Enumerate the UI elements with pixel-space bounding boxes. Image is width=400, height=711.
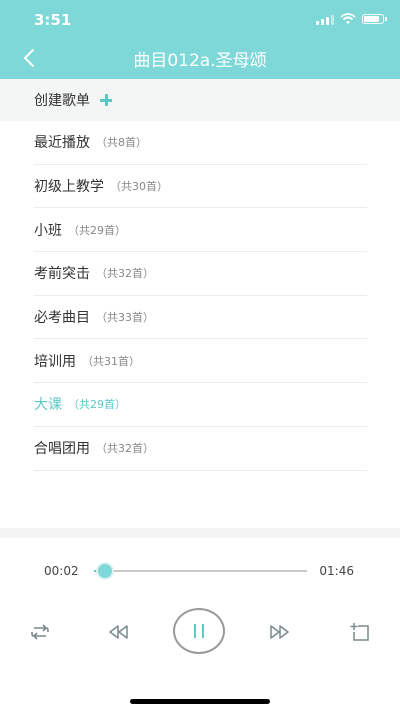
- rewind-icon: [109, 625, 128, 639]
- repeat-button[interactable]: [23, 615, 57, 649]
- playlist-list: 最近播放 （共8首） 初级上教学 （共30首） 小班 （共29首） 考前突击 （共32首） 必考…: [34, 121, 367, 471]
- page-title: 曲目012a.圣母颂: [133, 51, 267, 71]
- add-to-playlist-icon: [350, 623, 369, 641]
- home-indicator: [130, 699, 270, 704]
- playlist-count: （共30首）: [110, 180, 168, 194]
- playlist-item[interactable]: 小班 （共29首）: [34, 208, 367, 253]
- playlist-count: （共29首）: [68, 398, 126, 412]
- playlist-count: （共31首）: [82, 354, 140, 368]
- playlist-name: 考前突击: [34, 266, 90, 283]
- playlist-item[interactable]: 最近播放 （共8首）: [34, 121, 367, 165]
- repeat-icon: [31, 624, 49, 640]
- playlist-name: 大课: [34, 397, 62, 414]
- signal-icon: [316, 13, 334, 25]
- create-playlist-label: 创建歌单: [34, 93, 90, 109]
- wifi-icon: [340, 13, 356, 25]
- pause-icon: [191, 624, 207, 638]
- total-time: 01:46: [319, 564, 354, 578]
- playlist-count: （共29首）: [68, 223, 126, 237]
- playlist-item[interactable]: 必考曲目 （共33首）: [34, 296, 367, 340]
- pause-button[interactable]: [173, 608, 225, 654]
- playlist-name: 必考曲目: [34, 310, 90, 327]
- playlist-name: 初级上教学: [34, 179, 104, 196]
- fast-forward-icon: [270, 625, 289, 639]
- header-bar: 3:51 曲目012a.圣母颂: [0, 0, 400, 79]
- playlist-name: 合唱团用: [34, 441, 90, 458]
- playlist-name: 小班: [34, 222, 62, 239]
- playlist-item[interactable]: 大课 （共29首）: [34, 383, 367, 427]
- playlist-item[interactable]: 培训用 （共31首）: [34, 339, 367, 384]
- battery-icon: [362, 14, 387, 24]
- playlist-name: 最近播放: [34, 135, 90, 152]
- playlist-count: （共8首）: [96, 136, 147, 150]
- progress-thumb[interactable]: [95, 562, 114, 580]
- playlist-item[interactable]: 初级上教学 （共30首）: [34, 165, 367, 209]
- playlist-name: 培训用: [34, 353, 76, 370]
- playlist-count: （共32首）: [96, 267, 154, 281]
- playlist-count: （共32首）: [96, 442, 154, 456]
- create-playlist-row[interactable]: 创建歌单: [0, 79, 400, 121]
- progress-slider[interactable]: [94, 562, 307, 580]
- playlist-count: （共33首）: [96, 311, 154, 325]
- add-to-playlist-button[interactable]: [343, 615, 377, 649]
- plus-icon[interactable]: [100, 94, 112, 106]
- playlist-item[interactable]: 合唱团用 （共32首）: [34, 427, 367, 471]
- rewind-button[interactable]: [102, 615, 136, 649]
- fast-forward-button[interactable]: [262, 615, 296, 649]
- section-divider: [0, 528, 400, 538]
- playlist-item[interactable]: 考前突击 （共32首）: [34, 252, 367, 296]
- status-icons: [316, 12, 387, 26]
- current-time: 00:02: [44, 564, 79, 578]
- status-time: 3:51: [34, 11, 72, 29]
